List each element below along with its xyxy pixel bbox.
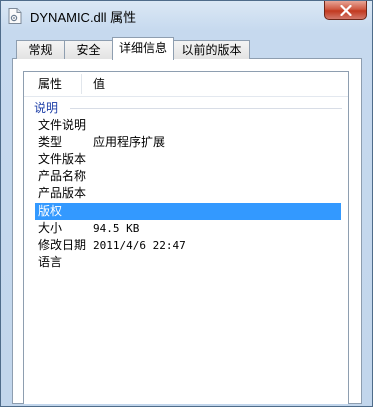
- row-key: 产品版本: [38, 186, 87, 200]
- table-row[interactable]: 语言: [35, 254, 341, 271]
- table-row[interactable]: 修改日期 2011/4/6 22:47: [35, 237, 341, 254]
- row-value: 2011/4/6 22:47: [93, 239, 186, 252]
- row-key: 类型: [38, 135, 63, 149]
- tab-details[interactable]: 详细信息: [112, 37, 174, 60]
- table-row[interactable]: 文件说明: [35, 117, 341, 134]
- row-key: 大小: [38, 221, 63, 235]
- tab-general[interactable]: 常规: [16, 40, 65, 59]
- row-key: 文件说明: [38, 118, 87, 132]
- row-value: 应用程序扩展: [93, 135, 166, 149]
- close-button[interactable]: [324, 1, 367, 20]
- row-key: 修改日期: [38, 238, 87, 252]
- table-row[interactable]: 文件版本: [35, 151, 341, 168]
- row-key: 文件版本: [38, 152, 87, 166]
- tab-security[interactable]: 安全: [64, 40, 113, 59]
- table-row[interactable]: 大小 94.5 KB: [35, 220, 341, 237]
- row-key: 产品名称: [38, 169, 87, 183]
- row-key: 版权: [38, 204, 63, 218]
- close-icon: [340, 5, 352, 16]
- row-value: 94.5 KB: [93, 222, 140, 235]
- properties-window: DYNAMIC.dll 属性 常规 安全 详细信息 以前的版本 属性 值 说明 …: [0, 0, 373, 407]
- title-bar[interactable]: DYNAMIC.dll 属性: [1, 1, 372, 31]
- file-icon: [8, 8, 22, 24]
- column-divider[interactable]: [81, 74, 82, 94]
- table-row[interactable]: 产品名称: [35, 168, 341, 185]
- details-list[interactable]: 属性 值 说明 文件说明 类型 应用程序扩展 文件版本 产品名称 产品版本 版权: [23, 71, 349, 404]
- group-label-description: 说明: [34, 101, 59, 115]
- table-row-selected[interactable]: 版权: [35, 203, 341, 220]
- tab-previous-versions[interactable]: 以前的版本: [173, 40, 250, 59]
- column-header-value[interactable]: 值: [93, 72, 105, 96]
- column-header-property[interactable]: 属性: [38, 72, 62, 96]
- window-title: DYNAMIC.dll 属性: [30, 10, 137, 25]
- table-row[interactable]: 类型 应用程序扩展: [35, 134, 341, 151]
- table-row[interactable]: 产品版本: [35, 185, 341, 202]
- row-key: 语言: [38, 255, 63, 269]
- list-header: 属性 值: [24, 72, 348, 97]
- group-divider: [70, 108, 342, 109]
